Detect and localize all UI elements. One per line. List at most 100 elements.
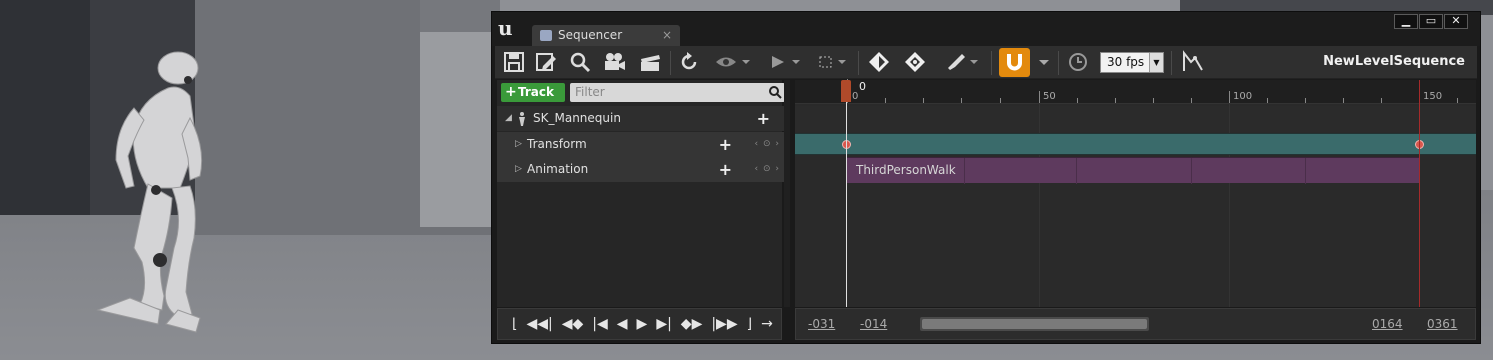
add-subtrack-button[interactable]: + xyxy=(757,106,770,131)
ruler-label: 50 xyxy=(1043,91,1056,102)
key-navigation[interactable]: ‹ ⊙ › xyxy=(755,132,780,157)
ruler-label: 0 xyxy=(852,91,859,102)
expand-right-icon[interactable]: ▷ xyxy=(515,157,522,182)
playhead-handle[interactable] xyxy=(841,80,851,102)
add-track-label: Track xyxy=(518,85,554,99)
fps-select[interactable]: 30 fps ▼ xyxy=(1100,52,1164,73)
play-button[interactable]: ▶ xyxy=(637,316,648,332)
sequencer-tab-icon xyxy=(540,30,552,41)
filter-input[interactable]: Filter xyxy=(570,83,785,102)
playhead-frame-label: 0 xyxy=(859,80,866,93)
expand-down-icon[interactable]: ◢ xyxy=(505,106,512,131)
window-controls: ▁ ▭ ✕ xyxy=(1394,14,1468,29)
curve-icon[interactable] xyxy=(1179,49,1207,75)
plus-icon: + xyxy=(505,84,517,100)
maximize-button[interactable]: ▭ xyxy=(1419,14,1443,29)
work-end-field[interactable]: 0164 xyxy=(1372,317,1403,331)
viewport-block-top xyxy=(420,0,500,32)
toolbar-separator xyxy=(1171,51,1172,75)
jump-to-end-button[interactable]: |▶▶ xyxy=(711,316,737,332)
tab-sequencer[interactable]: Sequencer × xyxy=(532,25,680,46)
save-as-icon[interactable] xyxy=(533,49,559,75)
tab-label: Sequencer xyxy=(558,28,623,42)
key-all-icon[interactable] xyxy=(901,49,929,75)
ruler-tick xyxy=(1191,98,1192,103)
step-back-button[interactable]: |◀ xyxy=(592,316,607,332)
camera-icon[interactable] xyxy=(601,49,629,75)
brush-icon[interactable] xyxy=(943,49,983,75)
snap-dropdown-icon[interactable] xyxy=(1035,49,1053,75)
loop-button[interactable]: → xyxy=(761,316,773,332)
fps-value: 30 fps xyxy=(1107,55,1145,69)
search-icon xyxy=(769,86,782,99)
track-outliner: + Track ▼ Filter ◢ SK_Mannequin + ▷ Tran… xyxy=(497,80,788,307)
eye-icon[interactable] xyxy=(713,49,753,75)
timeline-area[interactable]: ThirdPersonWalk 0 50 100 150 0 xyxy=(795,79,1476,307)
ruler-tick xyxy=(1381,98,1382,103)
sequencer-toolbar: 30 fps ▼ NewLevelSequence xyxy=(495,46,1477,79)
play-icon[interactable] xyxy=(767,49,803,75)
key-navigation[interactable]: ‹ ⊙ › xyxy=(755,157,780,182)
section-divider xyxy=(1191,158,1192,184)
ruler-tick xyxy=(1153,98,1154,103)
minimize-button[interactable]: ▁ xyxy=(1394,14,1418,29)
skeletal-mesh-icon xyxy=(519,112,525,126)
find-icon[interactable] xyxy=(567,49,593,75)
key-icon[interactable] xyxy=(865,49,893,75)
view-start-field[interactable]: -031 xyxy=(808,317,835,331)
track-row-transform[interactable]: ▷ Transform + ‹ ⊙ › xyxy=(497,132,788,157)
ruler-tick xyxy=(1115,98,1116,103)
view-end-field[interactable]: 0361 xyxy=(1427,317,1458,331)
section-divider xyxy=(1305,158,1306,184)
close-button[interactable]: ✕ xyxy=(1444,14,1468,29)
refresh-icon[interactable] xyxy=(677,49,701,75)
track-row-sk-mannequin[interactable]: ◢ SK_Mannequin + xyxy=(497,106,788,131)
add-key-button[interactable]: + xyxy=(719,132,732,157)
ruler-label: 150 xyxy=(1423,91,1443,102)
scrollbar-thumb[interactable] xyxy=(922,319,1147,329)
add-track-button[interactable]: + Track ▼ xyxy=(501,83,565,117)
track-row-animation[interactable]: ▷ Animation + ‹ ⊙ › xyxy=(497,157,788,182)
mannequin-figure[interactable] xyxy=(70,48,220,338)
timeline-scrollbar[interactable] xyxy=(920,317,1149,331)
lane-transform[interactable] xyxy=(795,133,1476,155)
range-bar: -031 -014 0164 0361 xyxy=(795,308,1476,340)
playhead-line[interactable] xyxy=(846,102,847,307)
work-start-field[interactable]: -014 xyxy=(860,317,887,331)
next-key-button[interactable]: ◆▶ xyxy=(681,316,703,332)
clock-icon[interactable] xyxy=(1065,49,1091,75)
expand-right-icon[interactable]: ▷ xyxy=(515,132,522,157)
panel-splitter[interactable] xyxy=(784,80,790,307)
section-divider xyxy=(964,158,965,184)
set-start-button[interactable]: ⌊ xyxy=(512,316,517,332)
ruler-tick xyxy=(885,98,886,103)
animation-section[interactable]: ThirdPersonWalk xyxy=(847,157,1419,184)
selection-icon[interactable] xyxy=(815,49,851,75)
toolbar-separator xyxy=(670,51,671,75)
ruler-tick xyxy=(1077,98,1078,103)
sequence-name: NewLevelSequence xyxy=(1323,54,1465,69)
chevron-down-icon: ▼ xyxy=(1149,53,1163,72)
previous-key-button[interactable]: ◀◆ xyxy=(562,316,584,332)
transport-controls: ⌊ ◀◀| ◀◆ |◀ ◀ ▶ ▶| ◆▶ |▶▶ ⌋ → xyxy=(497,308,782,340)
ruler-tick xyxy=(1000,98,1001,103)
clapper-icon[interactable] xyxy=(637,49,663,75)
track-label: Transform xyxy=(527,137,587,151)
save-icon[interactable] xyxy=(501,49,527,75)
time-ruler[interactable]: 0 50 100 150 0 xyxy=(795,79,1476,104)
ruler-tick xyxy=(1229,91,1230,103)
ruler-tick xyxy=(1267,98,1268,103)
magnet-icon[interactable] xyxy=(999,48,1030,77)
play-reverse-button[interactable]: ◀ xyxy=(617,316,628,332)
ruler-tick xyxy=(1305,98,1306,103)
ruler-tick xyxy=(1039,91,1040,103)
tab-close-icon[interactable]: × xyxy=(662,25,672,46)
toolbar-separator xyxy=(991,51,992,75)
window-titlebar[interactable]: u Sequencer × ▁ ▭ ✕ xyxy=(492,12,1480,46)
add-key-button[interactable]: + xyxy=(719,157,732,182)
step-forward-button[interactable]: ▶| xyxy=(656,316,671,332)
set-end-button[interactable]: ⌋ xyxy=(747,316,752,332)
playback-end-marker[interactable] xyxy=(1419,80,1420,307)
lane-sk-mannequin xyxy=(795,106,1476,132)
jump-to-start-button[interactable]: ◀◀| xyxy=(526,316,552,332)
